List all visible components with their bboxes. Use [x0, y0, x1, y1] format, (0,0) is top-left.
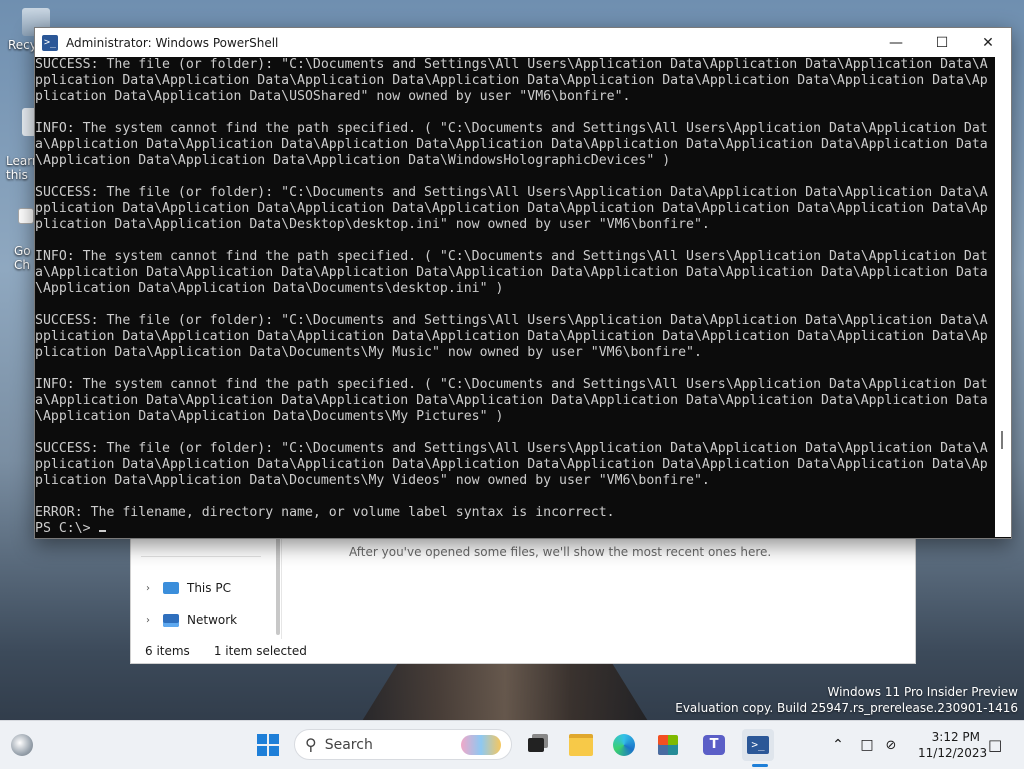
- network-icon: [163, 613, 179, 627]
- console-line: pplication Data\Application Data\Applica…: [35, 457, 988, 472]
- console-line: plication Data\Application Data\Document…: [35, 473, 710, 488]
- widgets-icon: [11, 734, 33, 756]
- nav-scrollbar[interactable]: [276, 535, 280, 635]
- console-line: a\Application Data\Application Data\Appl…: [35, 137, 988, 152]
- clock-time: 3:12 PM: [931, 730, 980, 744]
- console-line: plication Data\Application Data\Document…: [35, 345, 702, 360]
- shortcut-icon: [18, 208, 34, 224]
- title-bar[interactable]: >_ Administrator: Windows PowerShell — ☐…: [35, 28, 1011, 57]
- console-scrollbar[interactable]: [995, 57, 1011, 537]
- edge-icon: [613, 734, 635, 756]
- console-line: pplication Data\Application Data\Applica…: [35, 329, 988, 344]
- nav-item-network[interactable]: › Network: [141, 609, 237, 631]
- recent-files-empty-message: After you've opened some files, we'll sh…: [349, 545, 772, 559]
- close-button[interactable]: ✕: [965, 28, 1011, 57]
- nav-item-label: This PC: [187, 581, 231, 595]
- search-highlight-icon: [461, 735, 501, 755]
- watermark-line: Windows 11 Pro Insider Preview: [827, 685, 1018, 699]
- console-line: \Application Data\Application Data\Docum…: [35, 281, 504, 296]
- chevron-right-icon[interactable]: ›: [141, 583, 155, 594]
- maximize-button[interactable]: ☐: [919, 28, 965, 57]
- file-explorer-window[interactable]: › This PC › Network After you've opened …: [130, 520, 916, 664]
- edge-button[interactable]: [608, 729, 640, 761]
- console-line: pplication Data\Application Data\Applica…: [35, 201, 988, 216]
- powershell-taskbar-button[interactable]: >_: [742, 729, 774, 761]
- console-line: SUCCESS: The file (or folder): "C:\Docum…: [35, 441, 988, 456]
- notifications-button[interactable]: □: [988, 721, 1002, 769]
- start-icon: [257, 734, 279, 756]
- console-line: INFO: The system cannot find the path sp…: [35, 121, 988, 136]
- console-line: SUCCESS: The file (or folder): "C:\Docum…: [35, 313, 988, 328]
- powershell-window[interactable]: >_ Administrator: Windows PowerShell — ☐…: [34, 27, 1012, 539]
- nav-item-label: Network: [187, 613, 238, 627]
- console-line: plication Data\Application Data\Desktop\…: [35, 217, 710, 232]
- store-button[interactable]: [652, 729, 684, 761]
- powershell-icon: >_: [42, 34, 58, 51]
- console-line: plication Data\Application Data\USOShare…: [35, 89, 631, 104]
- clock-date: 11/12/2023: [918, 746, 988, 760]
- teams-button[interactable]: T: [698, 729, 730, 761]
- window-title: Administrator: Windows PowerShell: [66, 35, 279, 50]
- search-icon: ⚲: [305, 735, 317, 754]
- widgets-button[interactable]: [6, 729, 38, 761]
- console-line: a\Application Data\Application Data\Appl…: [35, 265, 988, 280]
- console-line: SUCCESS: The file (or folder): "C:\Docum…: [35, 185, 988, 200]
- system-tray: ⌃ □ ⊘: [828, 721, 902, 769]
- console-line: ERROR: The filename, directory name, or …: [35, 505, 615, 520]
- scrollbar-thumb[interactable]: [1001, 431, 1003, 449]
- desktop-icon-label: Go Ch: [14, 244, 31, 272]
- start-button[interactable]: [252, 729, 284, 761]
- watermark-line: Evaluation copy. Build 25947.rs_prerelea…: [675, 701, 1018, 715]
- task-view-icon: [528, 738, 544, 752]
- minimize-button[interactable]: —: [873, 28, 919, 57]
- file-explorer-icon: [569, 734, 593, 756]
- nav-item-this-pc[interactable]: › This PC: [141, 577, 231, 599]
- chevron-right-icon[interactable]: ›: [141, 615, 155, 626]
- console-output[interactable]: SUCCESS: The file (or folder): "C:\Docum…: [35, 57, 995, 537]
- console-line: SUCCESS: The file (or folder): "C:\Docum…: [35, 57, 988, 72]
- volume-muted-icon[interactable]: ⊘: [880, 738, 902, 753]
- taskbar: ⚲ Search T >_ ⌃ □ ⊘ 3:12 PM 11/12/2023 □: [0, 720, 1024, 769]
- console-line: INFO: The system cannot find the path sp…: [35, 249, 988, 264]
- status-bar: 6 items 1 item selected: [131, 639, 915, 663]
- desktop-icon-chrome[interactable]: Go Ch: [14, 208, 34, 272]
- task-view-button[interactable]: [520, 729, 552, 761]
- teams-icon: T: [703, 735, 725, 755]
- chevron-up-icon[interactable]: ⌃: [828, 737, 848, 753]
- item-count: 6 items: [145, 644, 190, 658]
- file-explorer-button[interactable]: [565, 729, 597, 761]
- evaluation-watermark: Windows 11 Pro Insider Preview Evaluatio…: [675, 684, 1018, 716]
- nav-divider: [141, 556, 261, 557]
- selection-count: 1 item selected: [213, 644, 307, 658]
- powershell-icon: >_: [747, 736, 769, 754]
- taskbar-search[interactable]: ⚲ Search: [294, 729, 512, 760]
- console-line: INFO: The system cannot find the path sp…: [35, 377, 988, 392]
- taskbar-clock[interactable]: 3:12 PM 11/12/2023: [918, 729, 988, 761]
- network-status-icon[interactable]: □: [854, 737, 880, 753]
- console-line: PS C:\>: [35, 521, 995, 537]
- notification-bell-icon: □: [988, 736, 1003, 754]
- console-line: \Application Data\Application Data\Docum…: [35, 409, 504, 424]
- store-icon: [658, 735, 678, 755]
- active-app-indicator: [752, 764, 768, 767]
- console-line: pplication Data\Application Data\Applica…: [35, 73, 988, 88]
- computer-icon: [163, 582, 179, 594]
- console-line: \Application Data\Application Data\Appli…: [35, 153, 671, 168]
- text-cursor: [98, 530, 106, 532]
- console-line: a\Application Data\Application Data\Appl…: [35, 393, 988, 408]
- search-placeholder: Search: [324, 736, 373, 753]
